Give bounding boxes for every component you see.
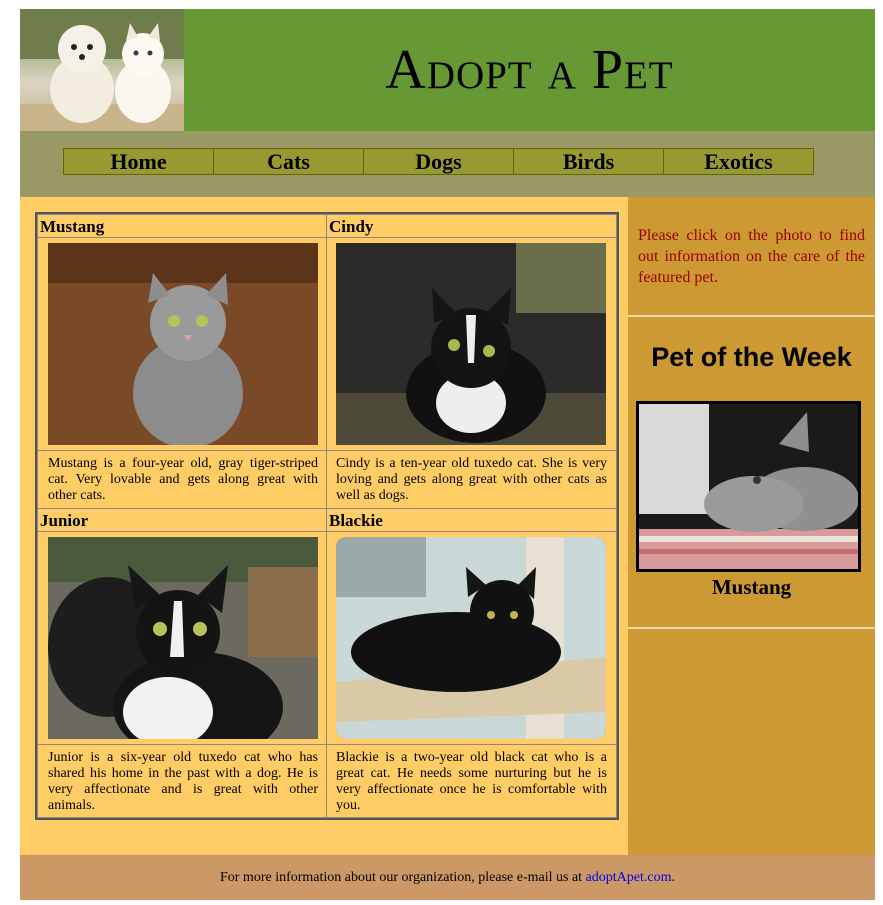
mustang-photo[interactable] (48, 243, 318, 445)
pet-name-cell: Blackie (326, 508, 617, 532)
site-footer: For more information about our organizat… (20, 855, 875, 900)
featured-pet-name: Mustang (711, 575, 792, 599)
main-content: Mustang Cindy Mustang is a four-year old… (20, 197, 628, 855)
pet-photo-cell (326, 237, 617, 451)
pet-name: Junior (40, 511, 89, 530)
footer-text: For more information about our organizat… (219, 869, 583, 885)
nav-list: Home Cats Dogs Birds Exotics (63, 148, 814, 175)
pet-of-the-week-heading: Pet of the Week (651, 342, 852, 372)
nav-item-birds[interactable]: Birds (513, 148, 664, 175)
pet-photo-cell (37, 531, 327, 745)
pets-table: Mustang Cindy Mustang is a four-year old… (35, 212, 619, 820)
pet-description: Mustang is a four-year old, gray tiger-s… (48, 456, 318, 503)
pet-name-cell: Cindy (326, 214, 617, 238)
nav-item-cats[interactable]: Cats (213, 148, 364, 175)
pet-description-cell: Junior is a six-year old tuxedo cat who … (37, 744, 327, 818)
pet-description-cell: Mustang is a four-year old, gray tiger-s… (37, 450, 327, 509)
footer-suffix: . (671, 869, 676, 885)
pet-description: Blackie is a two-year old black cat who … (336, 750, 607, 813)
cindy-photo[interactable] (336, 243, 606, 445)
nav-item-exotics[interactable]: Exotics (663, 148, 814, 175)
site-title: Adopt a Pet (385, 39, 674, 101)
sidebar-divider (628, 315, 875, 317)
featured-pet-photo[interactable] (636, 401, 861, 572)
site-header: Adopt a Pet (20, 9, 875, 131)
pet-name-cell: Junior (37, 508, 327, 532)
pet-photo-cell (37, 237, 327, 451)
sidebar: Please click on the photo to find out in… (628, 197, 875, 855)
pet-name: Mustang (40, 217, 105, 236)
pet-name: Cindy (329, 217, 374, 236)
pet-name: Blackie (329, 511, 383, 530)
blackie-photo[interactable] (336, 537, 606, 739)
nav-item-home[interactable]: Home (63, 148, 214, 175)
pet-photo-cell (326, 531, 617, 745)
pet-description-cell: Cindy is a ten-year old tuxedo cat. She … (326, 450, 617, 509)
main-navigation: Home Cats Dogs Birds Exotics (20, 131, 875, 197)
header-puppy-kitten-photo (20, 9, 184, 131)
footer-email-link[interactable]: adoptApet.com (586, 870, 672, 886)
sidebar-divider (628, 627, 875, 629)
nav-item-dogs[interactable]: Dogs (363, 148, 514, 175)
pet-description: Cindy is a ten-year old tuxedo cat. She … (336, 456, 607, 503)
pet-description: Junior is a six-year old tuxedo cat who … (48, 750, 318, 813)
junior-photo[interactable] (48, 537, 318, 739)
featured-pet-instructions: Please click on the photo to find out in… (638, 227, 865, 286)
pet-description-cell: Blackie is a two-year old black cat who … (326, 744, 617, 818)
pet-name-cell: Mustang (37, 214, 327, 238)
